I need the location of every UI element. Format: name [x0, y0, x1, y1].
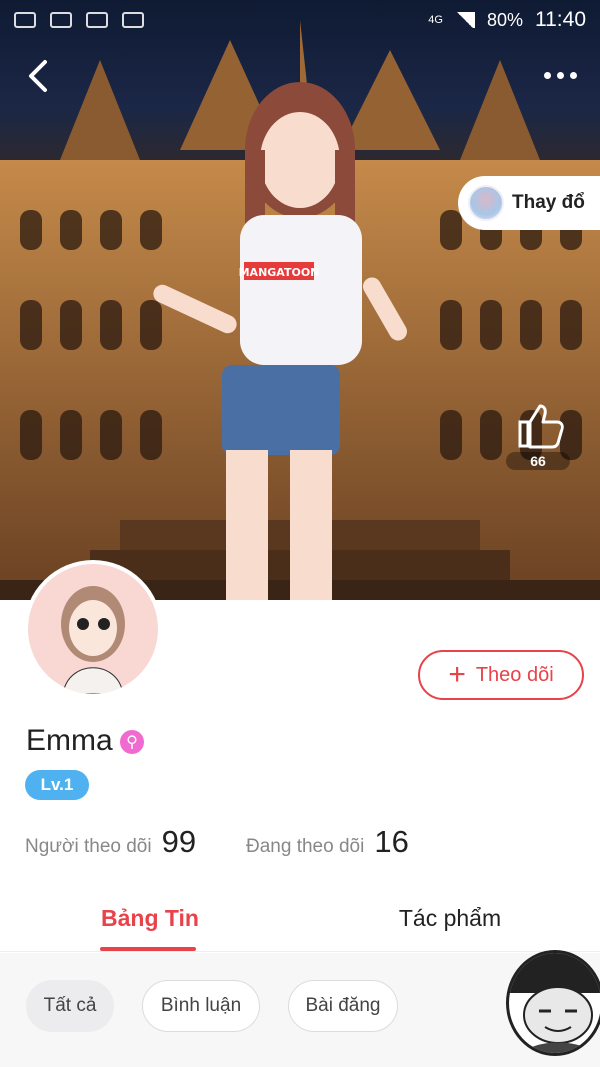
- floating-assistant-button[interactable]: [506, 950, 600, 1056]
- change-cover-label: Thay đổ: [512, 192, 585, 213]
- tab-news-feed[interactable]: Bảng Tin: [0, 886, 300, 951]
- cover-background-image: MANGATOON: [0, 20, 600, 600]
- avatar[interactable]: [24, 560, 162, 698]
- battery-level: 80%: [486, 9, 523, 30]
- followers-stat[interactable]: Người theo dõi 99: [25, 824, 196, 860]
- profile-name: Emma: [26, 724, 113, 757]
- follow-button-label: Theo dõi: [475, 663, 554, 686]
- more-options-button[interactable]: [540, 60, 580, 90]
- chevron-left-icon: [29, 60, 47, 92]
- tab-works[interactable]: Tác phẩm: [300, 886, 600, 951]
- status-time: 11:40: [535, 8, 586, 31]
- notification-icon: [122, 12, 144, 28]
- notification-icon: [14, 12, 36, 28]
- back-button[interactable]: [20, 56, 56, 96]
- more-horizontal-icon: [543, 71, 551, 79]
- following-stat[interactable]: Đang theo dõi 16: [246, 824, 409, 860]
- status-bar: 4G 80% 11:40: [0, 0, 600, 40]
- network-label: 4G: [428, 14, 443, 26]
- profile-tabs: Bảng Tin Tác phẩm: [0, 886, 600, 952]
- avatar-image: [28, 564, 158, 694]
- following-label: Đang theo dõi: [246, 836, 365, 857]
- filter-chip-all[interactable]: Tất cả: [26, 980, 114, 1032]
- female-gender-icon: ⚲: [120, 730, 144, 754]
- thumbs-up-icon: [518, 404, 564, 449]
- shirt-logo-text: MANGATOON: [239, 266, 320, 279]
- followers-label: Người theo dõi: [25, 836, 152, 857]
- meme-face-icon: [509, 953, 600, 1053]
- signal-icon: [454, 12, 475, 28]
- filter-chip-posts[interactable]: Bài đăng: [288, 980, 398, 1032]
- following-count: 16: [374, 824, 409, 859]
- followers-count: 99: [161, 824, 197, 859]
- follow-button[interactable]: + Theo dõi: [418, 650, 584, 700]
- mail-icon: [86, 12, 108, 28]
- profile-cover: MANGATOON 4G 80% 11:40 Thay đổ 66: [0, 0, 600, 600]
- like-count: 66: [506, 452, 570, 470]
- notification-icon: [50, 12, 72, 28]
- filter-chip-comments[interactable]: Bình luận: [142, 980, 260, 1032]
- cover-thumbnail: [468, 185, 504, 221]
- change-cover-button[interactable]: Thay đổ: [458, 176, 600, 230]
- like-button[interactable]: 66: [506, 400, 570, 472]
- level-badge: Lv.1: [25, 770, 89, 800]
- plus-icon: +: [448, 658, 466, 691]
